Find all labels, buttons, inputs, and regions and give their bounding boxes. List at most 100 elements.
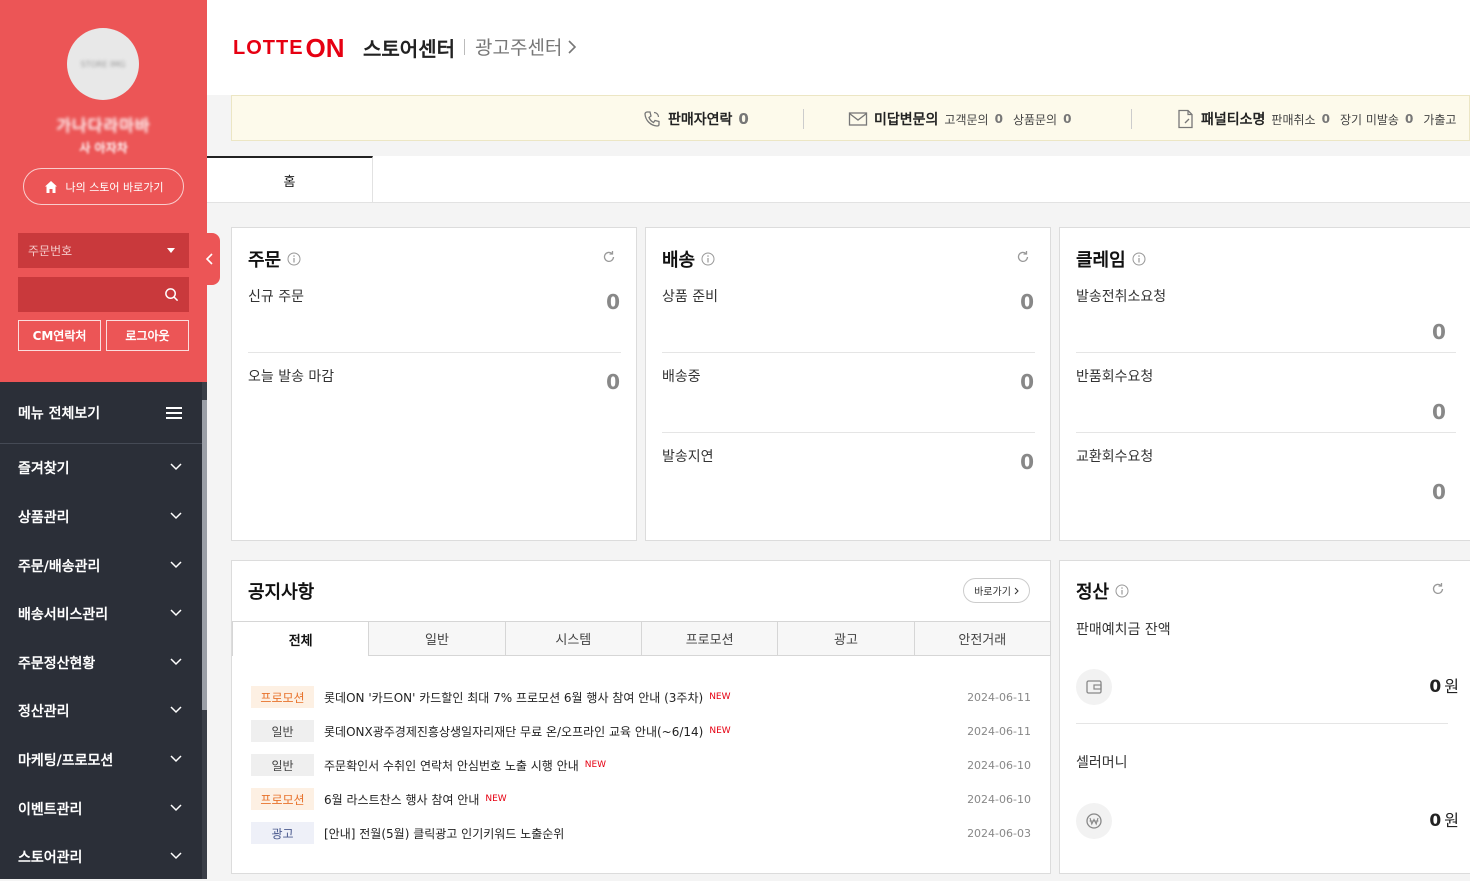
document-edit-icon	[1178, 109, 1193, 129]
chevron-down-icon	[170, 463, 182, 471]
notice-item[interactable]: 일반 롯데ONX광주경제진흥상생일자리재단 무료 온/오프라인 교육 안내(~6…	[251, 719, 1031, 743]
refresh-icon[interactable]	[1431, 582, 1445, 596]
unanswered-inquiry-item[interactable]: 미답변문의 고객문의 0 상품문의 0	[848, 96, 1071, 142]
ad-center-link[interactable]: 광고주센터	[475, 33, 577, 60]
tab-all[interactable]: 전체	[232, 621, 370, 656]
tab-ad[interactable]: 광고	[778, 621, 915, 656]
notice-title: 롯데ONX광주경제진흥상생일자리재단 무료 온/오프라인 교육 안내(~6/14…	[324, 724, 704, 739]
delivery-card: 배송 상품 준비 0 배송중 0 발송지연 0	[645, 227, 1051, 541]
tab-home[interactable]: 홈	[207, 156, 373, 202]
sale-cancel-label: 판매취소	[1271, 112, 1316, 127]
seller-money-amount: 0 원	[1429, 811, 1459, 831]
won-coin-icon	[1076, 803, 1112, 839]
today-deadline-count[interactable]: 0	[606, 370, 620, 394]
store-center-title: 스토어센터	[363, 37, 455, 61]
sidebar-scroll-thumb[interactable]	[202, 400, 207, 710]
home-icon	[45, 180, 58, 193]
cancel-request-count[interactable]: 0	[1432, 320, 1446, 344]
info-icon[interactable]	[1132, 252, 1146, 266]
new-order-count[interactable]: 0	[606, 290, 620, 314]
sidebar-item-favorites[interactable]: 즐겨찾기	[0, 444, 202, 492]
notice-item[interactable]: 일반 주문확인서 수취인 연락처 안심번호 노출 시행 안내 NEW 2024-…	[251, 753, 1031, 777]
sidebar-item-store[interactable]: 스토어관리	[0, 833, 202, 881]
delayed-count[interactable]: 0	[1020, 450, 1034, 474]
claim-card: 클레임 발송전취소요청 0 반품회수요청 0 교환회수요청 0	[1059, 227, 1470, 541]
store-name: 가나다라마바	[56, 116, 151, 135]
chevron-down-icon	[170, 512, 182, 520]
divider	[662, 352, 1035, 353]
penalty-item[interactable]: 패널티소명 판매취소 0 장기 미발송 0 가출고	[1177, 96, 1456, 142]
page-tabbar: 홈	[207, 156, 1470, 203]
store-sub-name: 사 아자차	[79, 141, 128, 155]
sidebar-item-events[interactable]: 이벤트관리	[0, 785, 202, 833]
refresh-icon[interactable]	[602, 250, 616, 264]
sidebar-item-order-settlement[interactable]: 주문정산현황	[0, 639, 202, 687]
sidebar-item-marketing[interactable]: 마케팅/프로모션	[0, 736, 202, 784]
order-card: 주문 신규 주문 0 오늘 발송 마감 0	[231, 227, 637, 541]
sidebar-collapse-button[interactable]	[199, 233, 220, 285]
menu-all-button[interactable]: 메뉴 전체보기	[0, 382, 202, 444]
sidebar-item-products[interactable]: 상품관리	[0, 493, 202, 541]
info-icon[interactable]	[701, 252, 715, 266]
divider	[803, 109, 804, 129]
sidebar-item-orders[interactable]: 주문/배송관리	[0, 542, 202, 590]
long-undelivered-label: 장기 미발송	[1339, 112, 1399, 127]
sidebar-item-settlement[interactable]: 정산관리	[0, 687, 202, 735]
logout-button[interactable]: 로그아웃	[106, 320, 189, 351]
new-badge: NEW	[485, 794, 507, 804]
claim-card-title: 클레임	[1076, 246, 1146, 272]
deposit-label: 판매예치금 잔액	[1076, 622, 1171, 638]
tab-safe-trade[interactable]: 안전거래	[914, 621, 1051, 656]
refresh-icon[interactable]	[1016, 250, 1030, 264]
notice-item[interactable]: 프로모션 6월 라스트찬스 행사 참여 안내 NEW 2024-06-10	[251, 787, 1031, 811]
return-request-count[interactable]: 0	[1432, 400, 1446, 424]
notice-goto-button[interactable]: 바로가기	[963, 578, 1030, 603]
seller-contact-label: 판매자연락	[668, 112, 733, 128]
alert-summary-bar: 판매자연락 0 미답변문의 고객문의 0 상품문의 0 패널티소명 판매취소 0…	[231, 95, 1470, 141]
notice-tabs: 전체 일반 시스템 프로모션 광고 안전거래	[232, 621, 1051, 656]
tab-promotion[interactable]: 프로모션	[641, 621, 779, 656]
exchange-request-count[interactable]: 0	[1432, 480, 1446, 504]
tab-system[interactable]: 시스템	[505, 621, 642, 656]
deposit-amount: 0 원	[1429, 677, 1459, 697]
divider	[1076, 352, 1456, 353]
search-input[interactable]	[18, 277, 189, 312]
product-prep-count[interactable]: 0	[1020, 290, 1034, 314]
info-icon[interactable]	[287, 252, 301, 266]
chevron-down-icon	[170, 706, 182, 714]
notice-item[interactable]: 프로모션 롯데ON '카드ON' 카드할인 최대 7% 프로모션 6월 행사 참…	[251, 685, 1031, 709]
notice-card-title: 공지사항	[248, 582, 315, 603]
product-prep-label: 상품 준비	[662, 289, 718, 305]
category-badge: 광고	[251, 822, 314, 844]
search-icon[interactable]	[164, 287, 179, 302]
chevron-down-icon	[170, 609, 182, 617]
cm-contact-button[interactable]: CM연락처	[18, 320, 101, 351]
notice-item[interactable]: 광고 [안내] 전월(5월) 클릭광고 인기키워드 노출순위 2024-06-0…	[251, 821, 1031, 845]
info-icon[interactable]	[1115, 584, 1129, 598]
lotte-on-logo[interactable]: LOTTE ON	[233, 33, 345, 63]
long-undelivered-count: 0	[1404, 112, 1414, 126]
divider	[662, 432, 1035, 433]
notice-date: 2024-06-11	[967, 690, 1031, 704]
in-delivery-label: 배송중	[662, 369, 701, 385]
tab-general[interactable]: 일반	[369, 621, 506, 656]
chevron-right-icon	[568, 39, 577, 54]
my-store-button[interactable]: 나의 스토어 바로가기	[23, 168, 184, 205]
notice-title: 6월 라스트찬스 행사 참여 안내	[324, 792, 480, 807]
wallet-icon	[1076, 669, 1112, 705]
new-badge: NEW	[709, 692, 731, 702]
divider	[1076, 723, 1448, 724]
seller-contact-item[interactable]: 판매자연락 0	[642, 96, 749, 142]
fake-release-label: 가출고	[1423, 112, 1457, 127]
menu-all-label: 메뉴 전체보기	[18, 405, 101, 422]
exchange-request-label: 교환회수요청	[1076, 449, 1154, 465]
chevron-down-icon	[170, 658, 182, 666]
chevron-left-icon	[205, 253, 213, 265]
notice-title: 주문확인서 수취인 연락처 안심번호 노출 시행 안내	[324, 758, 579, 773]
sidebar-item-delivery-service[interactable]: 배송서비스관리	[0, 590, 202, 638]
header-divider	[464, 39, 465, 55]
notice-title: [안내] 전월(5월) 클릭광고 인기키워드 노출순위	[324, 826, 565, 841]
in-delivery-count[interactable]: 0	[1020, 370, 1034, 394]
store-avatar: STORE IMG	[67, 28, 139, 100]
search-type-select[interactable]: 주문번호	[18, 233, 189, 268]
